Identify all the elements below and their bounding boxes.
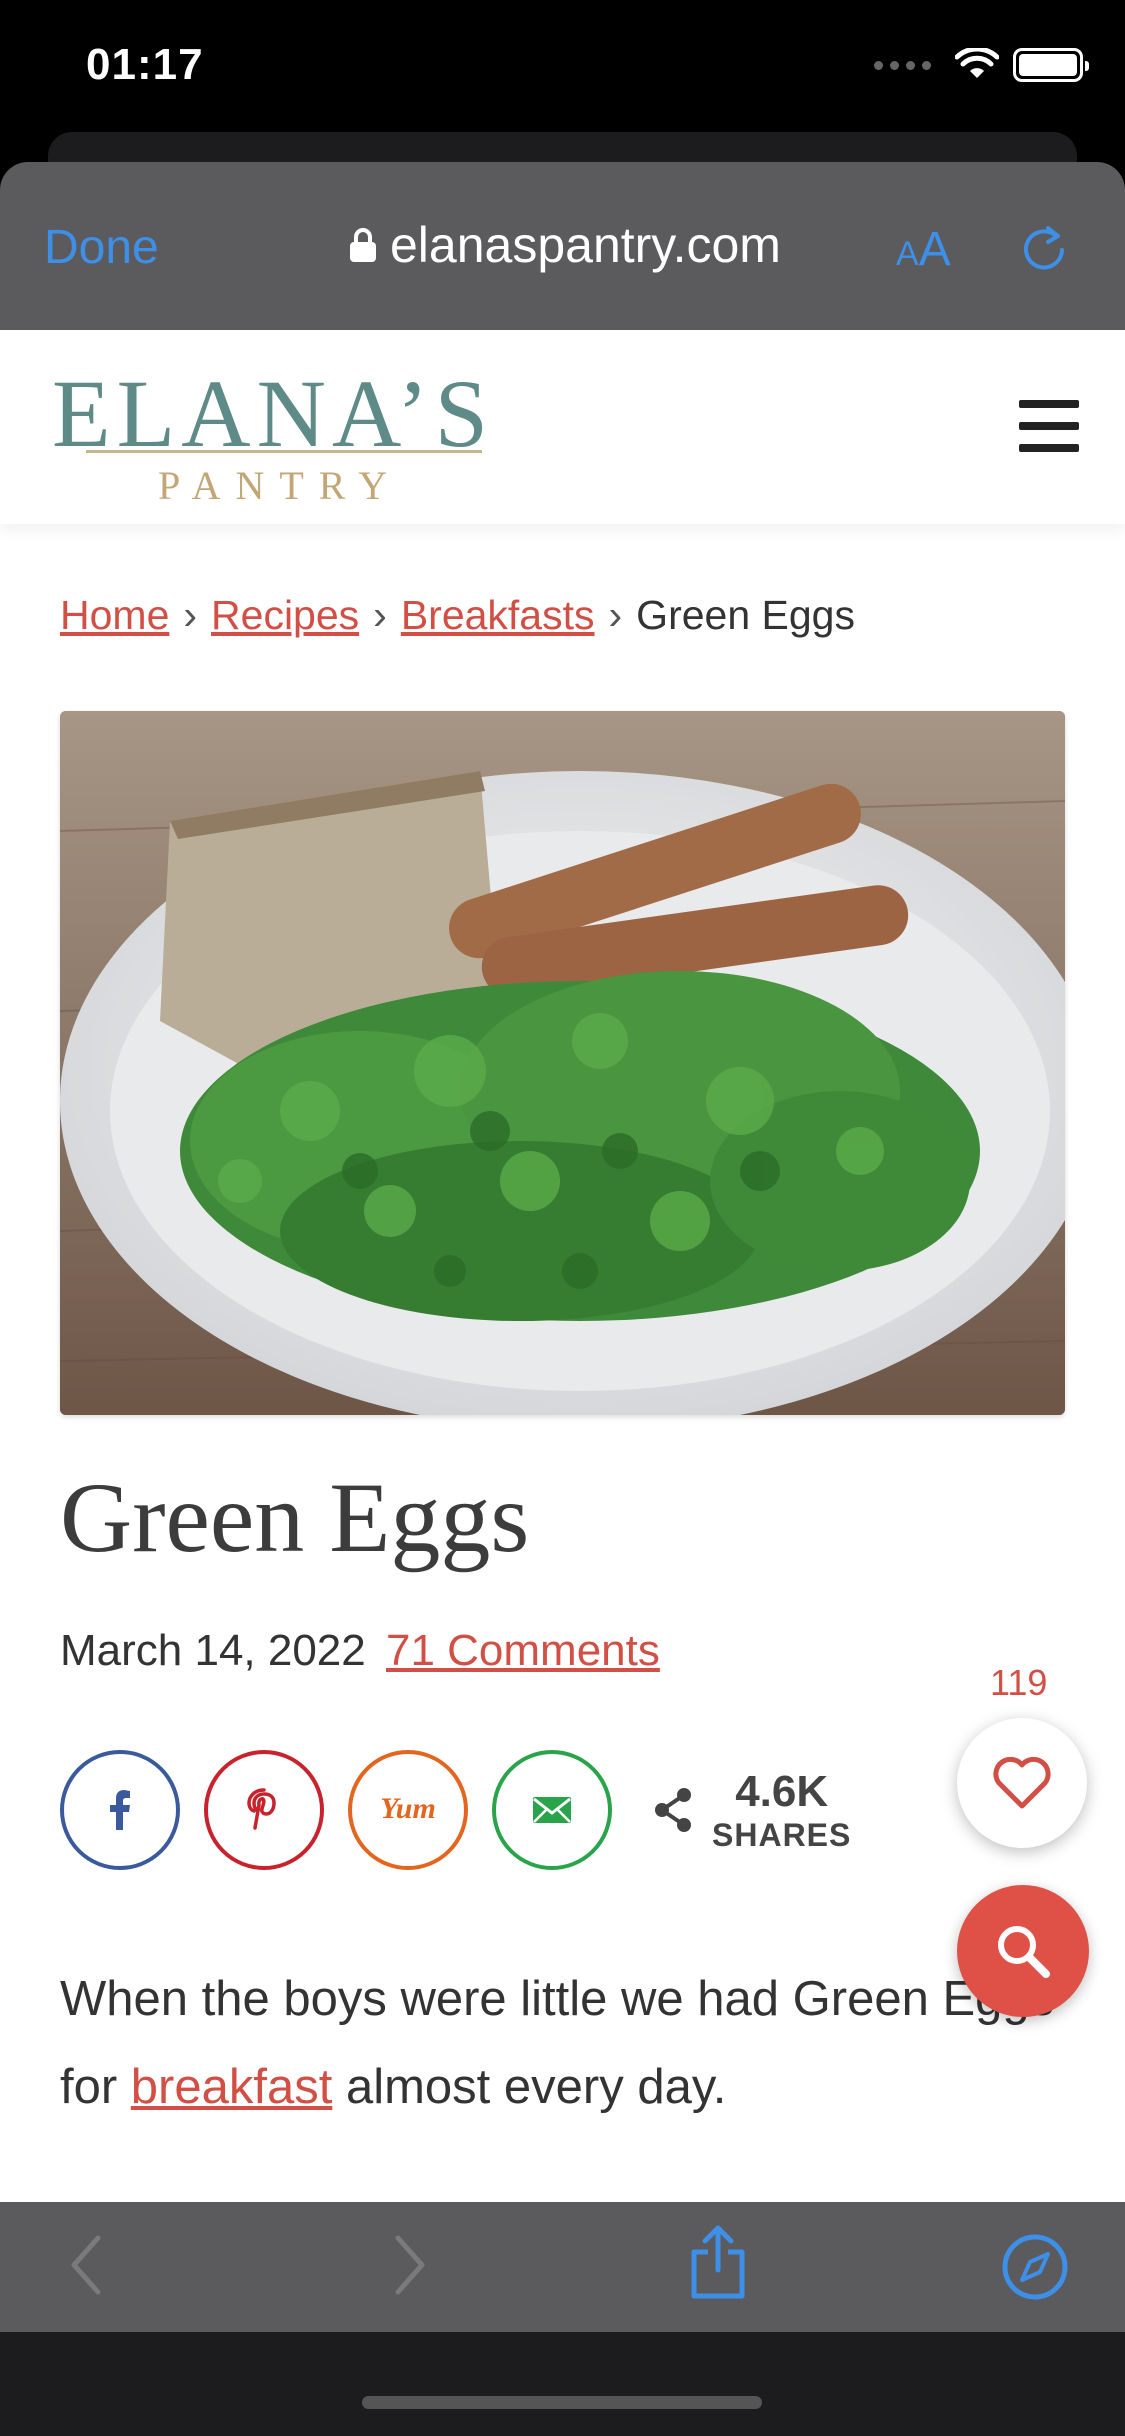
share-sheet-icon[interactable] bbox=[688, 2224, 748, 2300]
email-icon bbox=[533, 1797, 571, 1823]
status-indicators bbox=[874, 48, 1089, 82]
browser-bottom-toolbar bbox=[0, 2202, 1125, 2332]
search-button[interactable] bbox=[957, 1885, 1089, 2017]
cellular-signal-icon bbox=[874, 60, 931, 70]
breadcrumb: Home › Recipes › Breakfasts › Green Eggs bbox=[60, 592, 855, 639]
comments-link[interactable]: 71 Comments bbox=[386, 1626, 660, 1675]
share-icon bbox=[655, 1788, 691, 1832]
yummly-icon: Yum bbox=[380, 1792, 436, 1825]
email-share-button[interactable] bbox=[492, 1750, 612, 1870]
favorite-button[interactable] bbox=[957, 1718, 1087, 1848]
svg-text:Yum: Yum bbox=[380, 1792, 436, 1825]
intro-text-end: almost every day. bbox=[332, 2060, 727, 2114]
site-logo-subtitle: PANTRY bbox=[158, 463, 403, 508]
site-header: ELANA’S PANTRY bbox=[0, 330, 1125, 524]
back-icon[interactable] bbox=[66, 2232, 106, 2298]
yummly-share-button[interactable]: Yum bbox=[348, 1750, 468, 1870]
forward-icon[interactable] bbox=[390, 2232, 430, 2298]
web-page: ELANA’S PANTRY Home › Recipes › Breakfasts › G… bbox=[0, 330, 1125, 2202]
share-total: 4.6K SHARES bbox=[652, 1767, 851, 1854]
done-button[interactable]: Done bbox=[44, 220, 159, 275]
breadcrumb-home-link[interactable]: Home bbox=[60, 592, 169, 638]
share-bar: Yum 4.6K SHARES bbox=[60, 1750, 851, 1870]
home-area bbox=[0, 2332, 1125, 2436]
home-indicator[interactable] bbox=[362, 2396, 762, 2409]
logo-divider bbox=[86, 450, 482, 453]
share-count: 4.6K bbox=[735, 1766, 829, 1816]
pinterest-share-button[interactable] bbox=[204, 1750, 324, 1870]
wifi-icon bbox=[955, 48, 999, 78]
compass-icon[interactable] bbox=[1000, 2232, 1070, 2302]
address-bar[interactable]: elanaspantry.com bbox=[350, 216, 781, 274]
text-size-button[interactable]: AA bbox=[896, 222, 951, 277]
hero-food-image bbox=[60, 711, 1065, 1415]
search-icon bbox=[998, 1926, 1050, 1978]
text-size-small-label: A bbox=[896, 235, 919, 273]
breadcrumb-separator: › bbox=[608, 592, 623, 638]
lock-icon bbox=[350, 228, 376, 262]
status-bar: 01:17 bbox=[0, 0, 1125, 140]
breadcrumb-separator: › bbox=[183, 592, 198, 638]
facebook-icon bbox=[110, 1790, 130, 1830]
post-title: Green Eggs bbox=[60, 1462, 530, 1573]
url-text: elanaspantry.com bbox=[390, 217, 781, 273]
breadcrumb-recipes-link[interactable]: Recipes bbox=[211, 592, 359, 638]
favorite-count: 119 bbox=[990, 1662, 1048, 1703]
breakfast-link[interactable]: breakfast bbox=[131, 2060, 333, 2114]
post-meta: March 14, 2022 71 Comments bbox=[60, 1626, 660, 1676]
status-time: 01:17 bbox=[86, 40, 204, 89]
reload-icon[interactable] bbox=[1016, 220, 1072, 276]
post-date: March 14, 2022 bbox=[60, 1626, 366, 1675]
breadcrumb-breakfasts-link[interactable]: Breakfasts bbox=[401, 592, 595, 638]
share-label: SHARES bbox=[712, 1816, 852, 1853]
facebook-share-button[interactable] bbox=[60, 1750, 180, 1870]
intro-paragraph: When the boys were little we had Green E… bbox=[60, 1955, 1060, 2131]
menu-icon[interactable] bbox=[1019, 400, 1079, 452]
breadcrumb-separator: › bbox=[373, 592, 387, 638]
text-size-large-label: A bbox=[918, 223, 951, 276]
share-count-block: 4.6K SHARES bbox=[712, 1767, 851, 1854]
breadcrumb-current: Green Eggs bbox=[636, 592, 855, 638]
pinterest-icon bbox=[247, 1788, 276, 1830]
battery-icon bbox=[1013, 48, 1089, 82]
browser-top-bar: Done elanaspantry.com AA bbox=[0, 162, 1125, 330]
heart-icon bbox=[993, 1756, 1051, 1809]
